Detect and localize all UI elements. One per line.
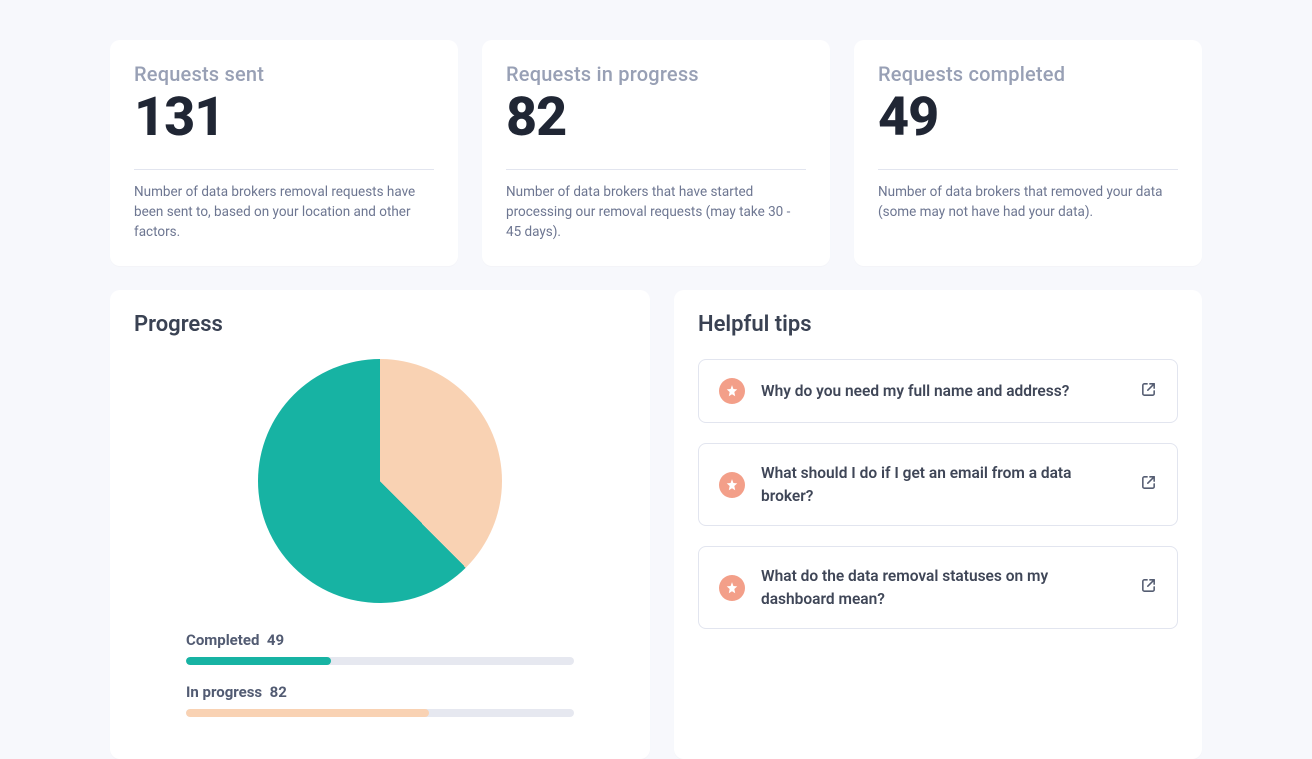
stat-card-sent: Requests sent 131 Number of data brokers…: [110, 40, 458, 266]
stat-value: 82: [506, 90, 806, 147]
helpful-tips-card: Helpful tips Why do you need my full nam…: [674, 290, 1202, 759]
stat-description: Number of data brokers removal requests …: [134, 182, 434, 243]
tip-item[interactable]: What do the data removal statuses on my …: [698, 546, 1178, 629]
tip-item[interactable]: What should I do if I get an email from …: [698, 443, 1178, 526]
dashboard-container: Requests sent 131 Number of data brokers…: [0, 0, 1312, 759]
star-icon: [719, 472, 745, 498]
bar-fill-completed: [186, 657, 331, 665]
progress-card: Progress Completed 49 In progress 82: [110, 290, 650, 759]
divider: [506, 169, 806, 170]
progress-pie-chart: [258, 359, 502, 603]
stat-description: Number of data brokers that removed your…: [878, 182, 1178, 223]
external-link-icon: [1140, 381, 1157, 402]
tip-text: What should I do if I get an email from …: [761, 462, 1124, 507]
pie-chart-wrap: [134, 359, 626, 603]
external-link-icon: [1140, 577, 1157, 598]
bar-label: Completed 49: [186, 631, 574, 649]
bar-label-text: Completed: [186, 631, 259, 649]
bar-label-value: 82: [270, 683, 287, 701]
stat-title: Requests in progress: [506, 62, 806, 86]
divider: [878, 169, 1178, 170]
bar-label: In progress 82: [186, 683, 574, 701]
stats-row: Requests sent 131 Number of data brokers…: [110, 40, 1202, 266]
bar-fill-in-progress: [186, 709, 429, 717]
stat-card-completed: Requests completed 49 Number of data bro…: [854, 40, 1202, 266]
tip-item[interactable]: Why do you need my full name and address…: [698, 359, 1178, 423]
bar-in-progress: In progress 82: [186, 683, 574, 717]
stat-title: Requests sent: [134, 62, 434, 86]
stat-title: Requests completed: [878, 62, 1178, 86]
external-link-icon: [1140, 474, 1157, 495]
bar-label-text: In progress: [186, 683, 262, 701]
stat-card-in-progress: Requests in progress 82 Number of data b…: [482, 40, 830, 266]
tips-title: Helpful tips: [698, 312, 1178, 337]
bar-label-value: 49: [267, 631, 284, 649]
stat-value: 49: [878, 90, 1178, 147]
divider: [134, 169, 434, 170]
bar-track: [186, 657, 574, 665]
stat-description: Number of data brokers that have started…: [506, 182, 806, 243]
bar-track: [186, 709, 574, 717]
stat-value: 131: [134, 90, 434, 147]
main-row: Progress Completed 49 In progress 82: [110, 290, 1202, 759]
tip-text: Why do you need my full name and address…: [761, 380, 1124, 402]
progress-bars: Completed 49 In progress 82: [134, 631, 626, 717]
star-icon: [719, 378, 745, 404]
bar-completed: Completed 49: [186, 631, 574, 665]
star-icon: [719, 575, 745, 601]
tip-text: What do the data removal statuses on my …: [761, 565, 1124, 610]
progress-title: Progress: [134, 312, 626, 337]
